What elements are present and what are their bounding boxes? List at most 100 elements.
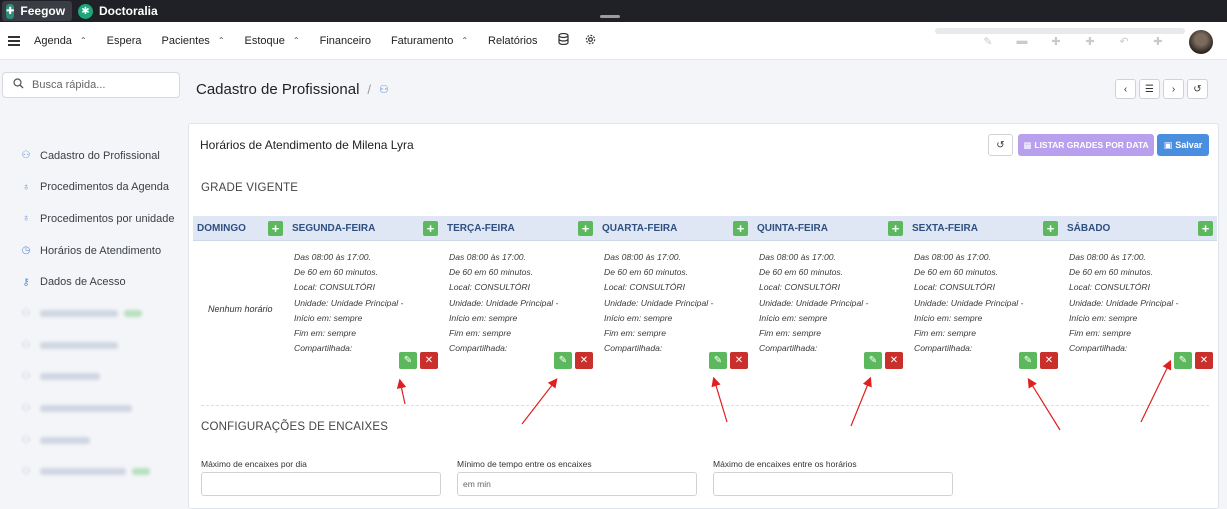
- delete-schedule-button[interactable]: ✕: [1195, 352, 1213, 369]
- edit-schedule-button[interactable]: ✎: [864, 352, 882, 369]
- add-hour-button[interactable]: +: [1043, 221, 1058, 236]
- nav-estoque[interactable]: Estoque ⌃: [245, 35, 300, 47]
- delete-schedule-button[interactable]: ✕: [575, 352, 593, 369]
- schedule-info-line: Unidade: Unidade Principal -: [604, 297, 714, 308]
- encaixes-title: CONFIGURAÇÕES DE ENCAIXES: [201, 421, 389, 433]
- next-button[interactable]: ›: [1163, 79, 1184, 99]
- delete-schedule-button[interactable]: ✕: [420, 352, 438, 369]
- sidebar-item-blurred[interactable]: ⚇: [20, 456, 175, 488]
- chat-icon[interactable]: ▬: [1015, 35, 1029, 49]
- nav-pacientes[interactable]: Pacientes ⌃: [162, 35, 225, 47]
- edit-schedule-button[interactable]: ✎: [1019, 352, 1037, 369]
- history-button[interactable]: ↺: [988, 134, 1013, 156]
- avatar[interactable]: [1189, 30, 1213, 54]
- plus-icon[interactable]: ✚: [1083, 35, 1097, 49]
- sidebar-item-blurred[interactable]: ⚇: [20, 424, 175, 456]
- schedule-info-line: Local: CONSULTÓRI: [1069, 282, 1151, 293]
- app-tab-feegow[interactable]: ✚ Feegow: [2, 1, 72, 21]
- schedule-info-line: Das 08:00 às 17:00.: [294, 252, 371, 262]
- gear-icon[interactable]: [585, 34, 596, 48]
- field-label: Mínimo de tempo entre os encaixes: [457, 459, 592, 469]
- min-tempo-encaixes-input[interactable]: em min: [457, 472, 697, 496]
- stethoscope-icon: ♁: [22, 181, 30, 193]
- clock-icon: ◷: [21, 245, 31, 257]
- grade-vigente-title: GRADE VIGENTE: [201, 182, 299, 194]
- app-tab-doctoralia[interactable]: ✱ Doctoralia: [74, 1, 166, 21]
- nav-espera[interactable]: Espera: [107, 35, 142, 47]
- day-sexta: SEXTA-FEIRA: [912, 223, 978, 234]
- link-icon: ⚇: [21, 403, 31, 415]
- add-hour-button[interactable]: +: [268, 221, 283, 236]
- add-hour-button[interactable]: +: [888, 221, 903, 236]
- add-hour-button[interactable]: +: [733, 221, 748, 236]
- schedule-info-line: Das 08:00 às 17:00.: [604, 252, 681, 262]
- day-quinta: QUINTA-FEIRA: [757, 223, 828, 234]
- nav-agenda[interactable]: Agenda ⌃: [34, 35, 87, 47]
- sidebar-item-horarios[interactable]: ◷ Horários de Atendimento: [20, 235, 175, 267]
- sidebar-item-blurred[interactable]: ⚇: [20, 330, 175, 362]
- undo-icon[interactable]: ↶: [1117, 35, 1131, 49]
- schedule-info-line: Fim em: sempre: [1069, 328, 1132, 339]
- schedule-info-line: Unidade: Unidade Principal -: [914, 297, 1024, 308]
- edit-schedule-button[interactable]: ✎: [554, 352, 572, 369]
- delete-schedule-button[interactable]: ✕: [1040, 352, 1058, 369]
- app-switcher-bar: ✚ Feegow ✱ Doctoralia: [0, 0, 1227, 22]
- nav-relatorios[interactable]: Relatórios: [488, 35, 538, 47]
- schedule-info-line: Unidade: Unidade Principal -: [1069, 297, 1179, 308]
- hamburger-menu-icon[interactable]: [8, 34, 20, 48]
- sidebar-item-procedimentos-unidade[interactable]: ♁ Procedimentos por unidade: [20, 203, 174, 235]
- prev-button[interactable]: ‹: [1115, 79, 1136, 99]
- sidebar-item-blurred[interactable]: ⚇: [20, 298, 175, 330]
- delete-schedule-button[interactable]: ✕: [730, 352, 748, 369]
- chevron-updown-icon: ⌃: [217, 36, 225, 45]
- day-segunda: SEGUNDA-FEIRA: [292, 223, 376, 234]
- settings-icon[interactable]: ✚: [1151, 35, 1165, 49]
- history-icon[interactable]: ↺: [1187, 79, 1208, 99]
- database-icon[interactable]: [557, 32, 569, 48]
- floppy-icon: ▣: [1163, 139, 1173, 150]
- doctoralia-logo-icon: ✱: [78, 3, 93, 19]
- schedule-info-line: Início em: sempre: [914, 312, 983, 323]
- feegow-logo-icon: ✚: [6, 3, 15, 19]
- edit-schedule-button[interactable]: ✎: [399, 352, 417, 369]
- page-title: Cadastro de Profissional / ⚇: [196, 81, 389, 98]
- schedule-info-line: Início em: sempre: [1069, 312, 1138, 323]
- sidebar-item-procedimentos-agenda[interactable]: ♁ Procedimentos da Agenda: [20, 172, 175, 204]
- link-icon: ⚇: [21, 339, 31, 351]
- plus-icon[interactable]: ✚: [1049, 35, 1063, 49]
- nav-financeiro[interactable]: Financeiro: [320, 35, 371, 47]
- search-input[interactable]: Busca rápida...: [2, 72, 180, 98]
- link-icon: ⚇: [21, 466, 31, 478]
- save-button[interactable]: ▣ Salvar: [1157, 134, 1209, 156]
- schedule-info-line: De 60 em 60 minutos.: [449, 267, 534, 278]
- add-hour-button[interactable]: +: [578, 221, 593, 236]
- nav-faturamento[interactable]: Faturamento ⌃: [391, 35, 468, 47]
- schedule-info-block: Das 08:00 às 17:00. De 60 em 60 minutos. L…: [449, 250, 558, 356]
- delete-schedule-button[interactable]: ✕: [885, 352, 903, 369]
- listar-grades-button[interactable]: ▦ LISTAR GRADES POR DATA: [1018, 134, 1154, 156]
- sidebar-item-blurred[interactable]: ⚇: [20, 393, 175, 425]
- chevron-updown-icon: ⌃: [292, 36, 300, 45]
- nav-right-tools: ✎ ▬ ✚ ✚ ↶ ✚: [935, 28, 1213, 54]
- blurred-area: [935, 28, 1185, 34]
- list-icon[interactable]: ☰: [1139, 79, 1160, 99]
- calendar-icon: ▦: [1023, 139, 1032, 150]
- add-hour-button[interactable]: +: [1198, 221, 1213, 236]
- max-encaixes-dia-input[interactable]: [201, 472, 441, 496]
- schedule-info-line: Unidade: Unidade Principal -: [449, 297, 559, 308]
- schedule-info-line: Fim em: sempre: [449, 328, 512, 339]
- sidebar-item-cadastro[interactable]: ⚇ Cadastro do Profissional: [20, 140, 175, 172]
- edit-schedule-button[interactable]: ✎: [1174, 352, 1192, 369]
- pen-icon[interactable]: ✎: [981, 35, 995, 49]
- add-hour-button[interactable]: +: [423, 221, 438, 236]
- chevron-updown-icon: ⌃: [461, 36, 469, 45]
- max-encaixes-horarios-input[interactable]: [713, 472, 953, 496]
- drag-handle[interactable]: [600, 15, 620, 18]
- sidebar-item-dados-acesso[interactable]: ⚷ Dados de Acesso: [20, 266, 175, 298]
- schedule-info-line: Compartilhada:: [914, 343, 973, 354]
- edit-schedule-button[interactable]: ✎: [709, 352, 727, 369]
- sidebar-item-blurred[interactable]: ⚇: [20, 361, 175, 393]
- schedule-info-line: Das 08:00 às 17:00.: [1069, 252, 1146, 262]
- app-tab-label: Feegow: [20, 4, 66, 18]
- schedule-info-line: De 60 em 60 minutos.: [914, 267, 999, 278]
